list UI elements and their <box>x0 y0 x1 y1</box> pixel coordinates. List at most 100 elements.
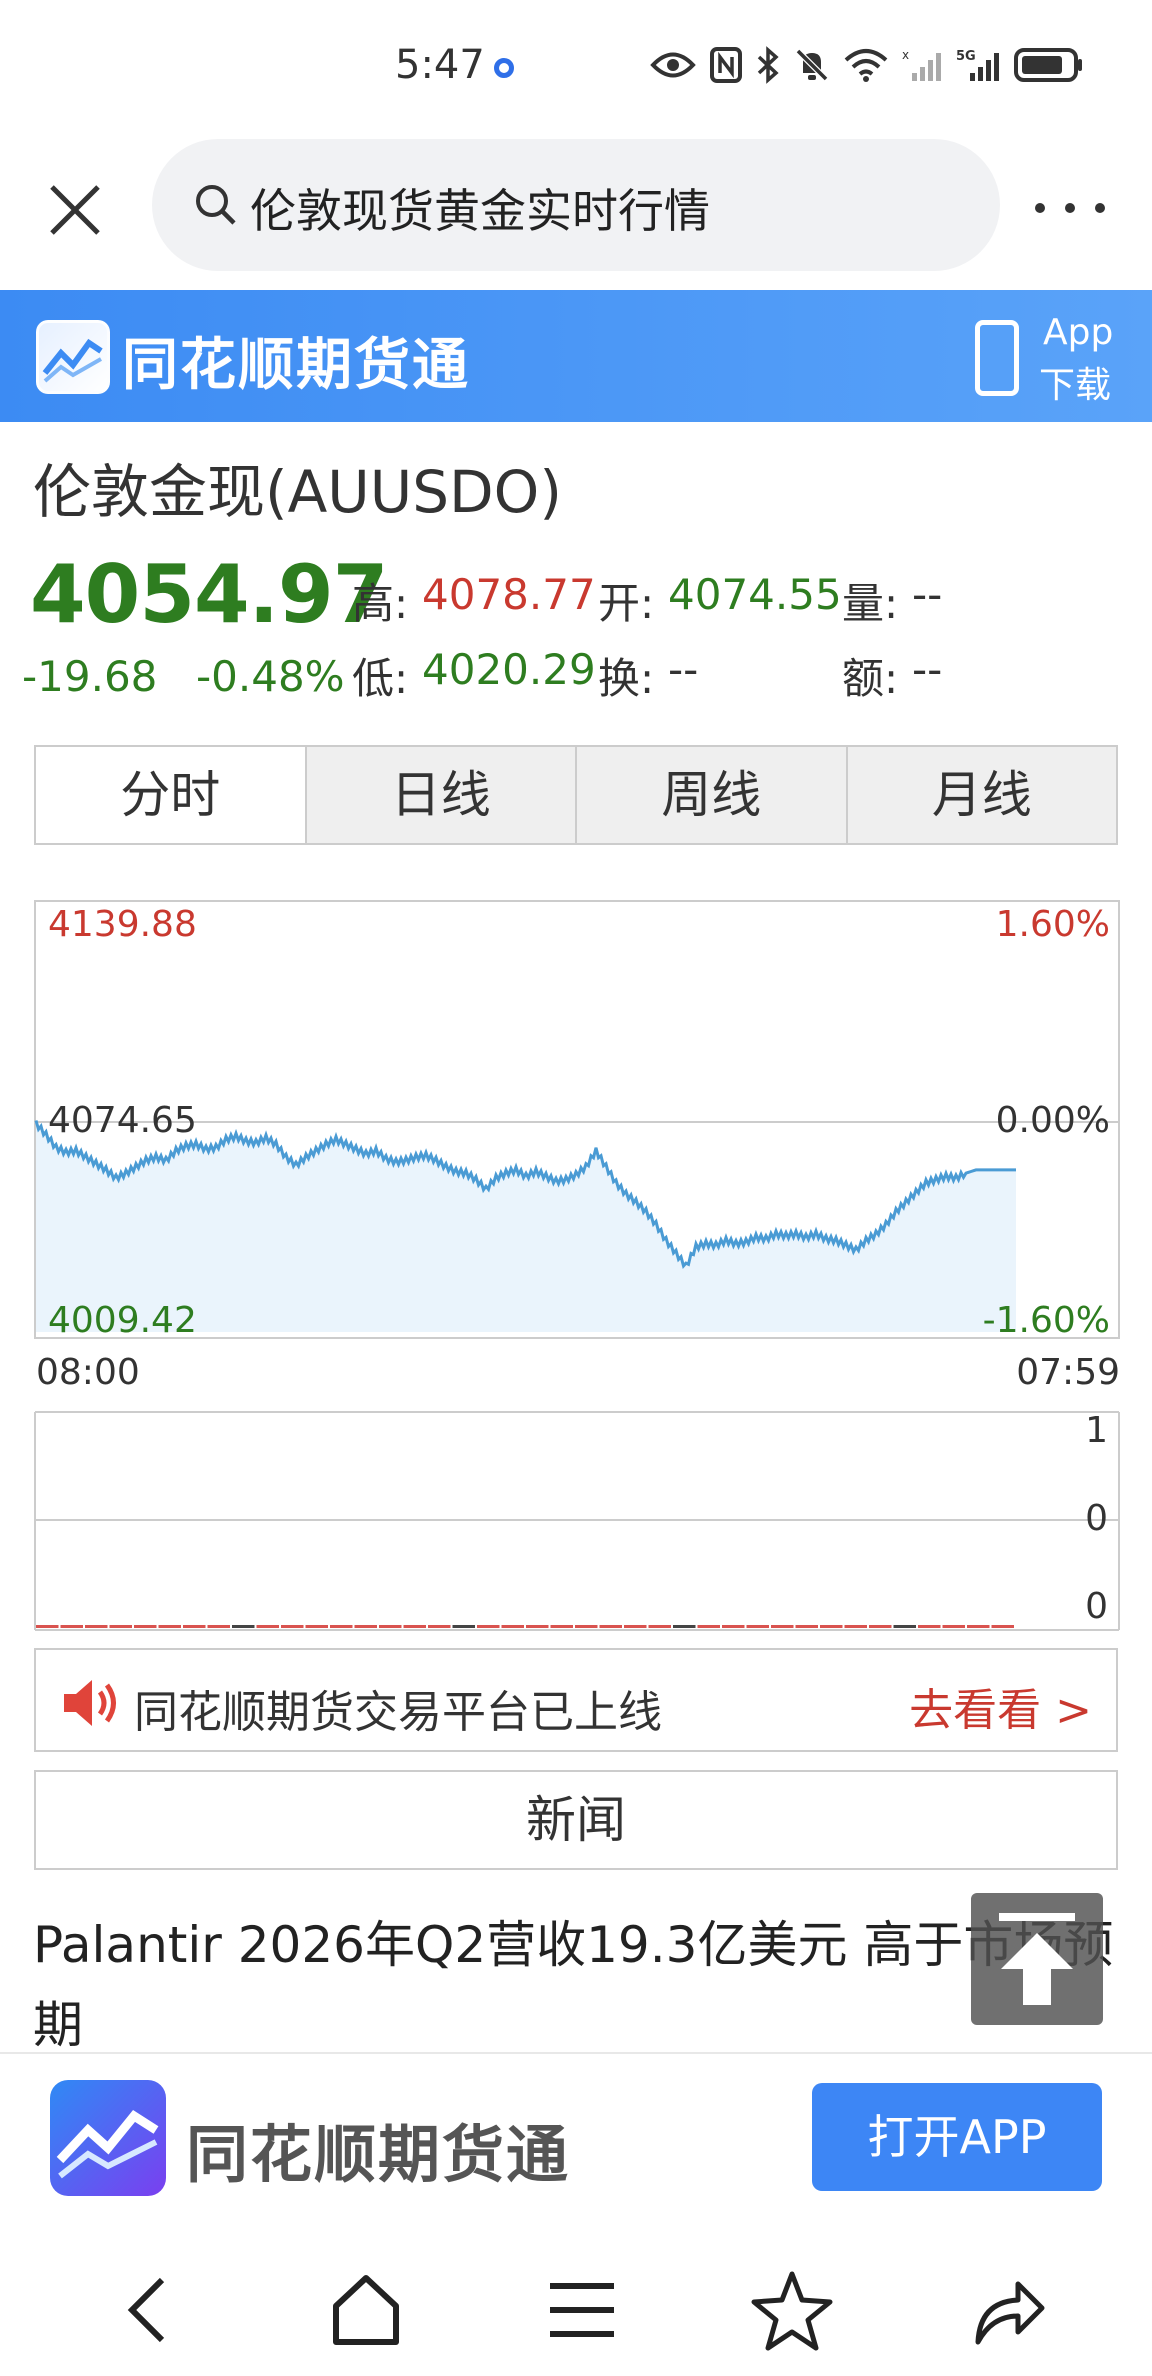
volume-bar <box>869 1625 892 1628</box>
battery-icon <box>1014 48 1082 82</box>
home-icon[interactable] <box>318 2262 414 2358</box>
volume-bar <box>232 1625 255 1628</box>
signal-weak-icon: x <box>902 48 941 81</box>
back-icon[interactable] <box>100 2262 196 2358</box>
volume-bar <box>256 1625 279 1628</box>
last-price: 4054.97 <box>30 548 388 641</box>
volume-bar <box>673 1625 696 1628</box>
app-download-label-2: 下载 <box>1039 365 1112 406</box>
news-header[interactable]: 新闻 <box>34 1770 1118 1870</box>
volume-bar <box>697 1625 720 1628</box>
volume-bar <box>60 1625 83 1628</box>
open-app-button[interactable]: 打开APP <box>812 2083 1102 2191</box>
intraday-chart[interactable]: 4139.88 4074.65 4009.42 1.60% 0.00% -1.6… <box>34 900 1120 1632</box>
app-download-button[interactable]: App 下载 <box>975 312 1125 406</box>
notice-link[interactable]: 去看看 > <box>909 1674 1092 1738</box>
volume-tick-bottom: 0 <box>1085 1586 1108 1627</box>
volume-bar <box>134 1625 157 1628</box>
section-divider <box>0 2052 1152 2054</box>
pct-tick-ref: 0.00% <box>995 1100 1110 1141</box>
volume-tick-mid: 0 <box>1085 1498 1108 1539</box>
news-headline[interactable]: Palantir 2026年Q2营收19.3亿美元 高于市场预期 <box>33 1905 1123 2065</box>
site-header: 同花顺期货通 App 下载 <box>0 290 1152 422</box>
svg-text:5G: 5G <box>956 49 976 64</box>
phone-icon <box>975 320 1019 396</box>
low-value: 4020.29 <box>422 645 596 694</box>
volume-bar <box>183 1625 206 1628</box>
search-query: 伦敦现货黄金实时行情 <box>250 184 710 238</box>
trading-platform-notice[interactable]: 同花顺期货交易平台已上线 去看看 > <box>34 1648 1118 1752</box>
status-icons: x 5G <box>650 42 1084 88</box>
volume-bar <box>771 1625 794 1628</box>
volume-bar <box>575 1625 598 1628</box>
star-icon[interactable] <box>744 2262 840 2358</box>
y-tick-ref: 4074.65 <box>48 1100 197 1141</box>
volume-label: 量: <box>842 579 899 628</box>
chart-period-tabs: 分时 日线 周线 月线 <box>34 745 1118 845</box>
bluetooth-icon <box>757 46 779 84</box>
price-change: -19.68 <box>22 652 158 701</box>
app-download-label-1: App <box>1043 312 1114 353</box>
close-icon[interactable] <box>40 175 110 245</box>
volume-bar <box>109 1625 132 1628</box>
location-indicator-icon <box>494 58 514 78</box>
signal-5g-icon: 5G <box>956 49 999 81</box>
volume-bar <box>795 1625 818 1628</box>
chart-logo-icon <box>56 2110 159 2179</box>
volume-bar <box>624 1625 647 1628</box>
volume-bar <box>526 1625 549 1628</box>
nfc-icon <box>710 47 742 83</box>
intraday-chart-svg <box>34 900 1120 1631</box>
volume-bar <box>428 1625 451 1628</box>
amount-value: -- <box>912 645 943 694</box>
menu-icon[interactable] <box>534 2262 630 2358</box>
volume-bar <box>893 1625 916 1628</box>
open-label: 开: <box>598 579 655 628</box>
svg-text:x: x <box>902 48 909 62</box>
amount-label: 额: <box>842 654 899 703</box>
volume-bar <box>967 1625 990 1628</box>
x-tick-start: 08:00 <box>36 1352 140 1393</box>
volume-bar <box>354 1625 377 1628</box>
volume-bar <box>477 1625 500 1628</box>
tab-monthly[interactable]: 月线 <box>845 747 1116 843</box>
low-label: 低: <box>352 654 409 703</box>
pct-tick-high: 1.60% <box>995 904 1110 945</box>
volume-bar <box>207 1625 230 1628</box>
more-icon[interactable] <box>1030 193 1110 223</box>
status-time: 5:47 <box>395 42 485 88</box>
back-to-top-button[interactable] <box>971 1893 1103 2025</box>
y-tick-high: 4139.88 <box>48 904 197 945</box>
volume-bar <box>844 1625 867 1628</box>
volume-bars <box>36 1625 1014 1628</box>
tab-daily[interactable]: 日线 <box>304 747 575 843</box>
banner-title: 同花顺期货通 <box>186 2118 571 2191</box>
volume-bar <box>379 1625 402 1628</box>
volume-bar <box>550 1625 573 1628</box>
tab-weekly[interactable]: 周线 <box>575 747 846 843</box>
notice-text: 同花顺期货交易平台已上线 <box>134 1687 662 1738</box>
volume-bar <box>991 1625 1014 1628</box>
wifi-icon <box>844 49 888 82</box>
tab-intraday[interactable]: 分时 <box>36 747 305 843</box>
volume-bar <box>452 1625 475 1628</box>
volume-bar <box>918 1625 941 1628</box>
volume-bar <box>403 1625 426 1628</box>
pct-tick-low: -1.60% <box>982 1300 1110 1341</box>
volume-bar <box>305 1625 328 1628</box>
search-input[interactable]: 伦敦现货黄金实时行情 <box>152 139 1000 271</box>
status-bar: 5:47 x 5G <box>0 0 1152 135</box>
high-label: 高: <box>352 579 409 628</box>
volume-bar <box>599 1625 622 1628</box>
volume-bar <box>330 1625 353 1628</box>
volume-bar <box>281 1625 304 1628</box>
chart-logo-icon <box>42 338 103 383</box>
open-value: 4074.55 <box>668 570 842 619</box>
arrow-up-icon <box>999 1913 1075 2005</box>
share-icon[interactable] <box>958 2262 1054 2358</box>
volume-bar <box>36 1625 59 1628</box>
browser-nav-bar <box>0 2240 1152 2376</box>
y-tick-low: 4009.42 <box>48 1300 197 1341</box>
brand-logo <box>36 320 110 394</box>
search-icon <box>196 185 236 225</box>
